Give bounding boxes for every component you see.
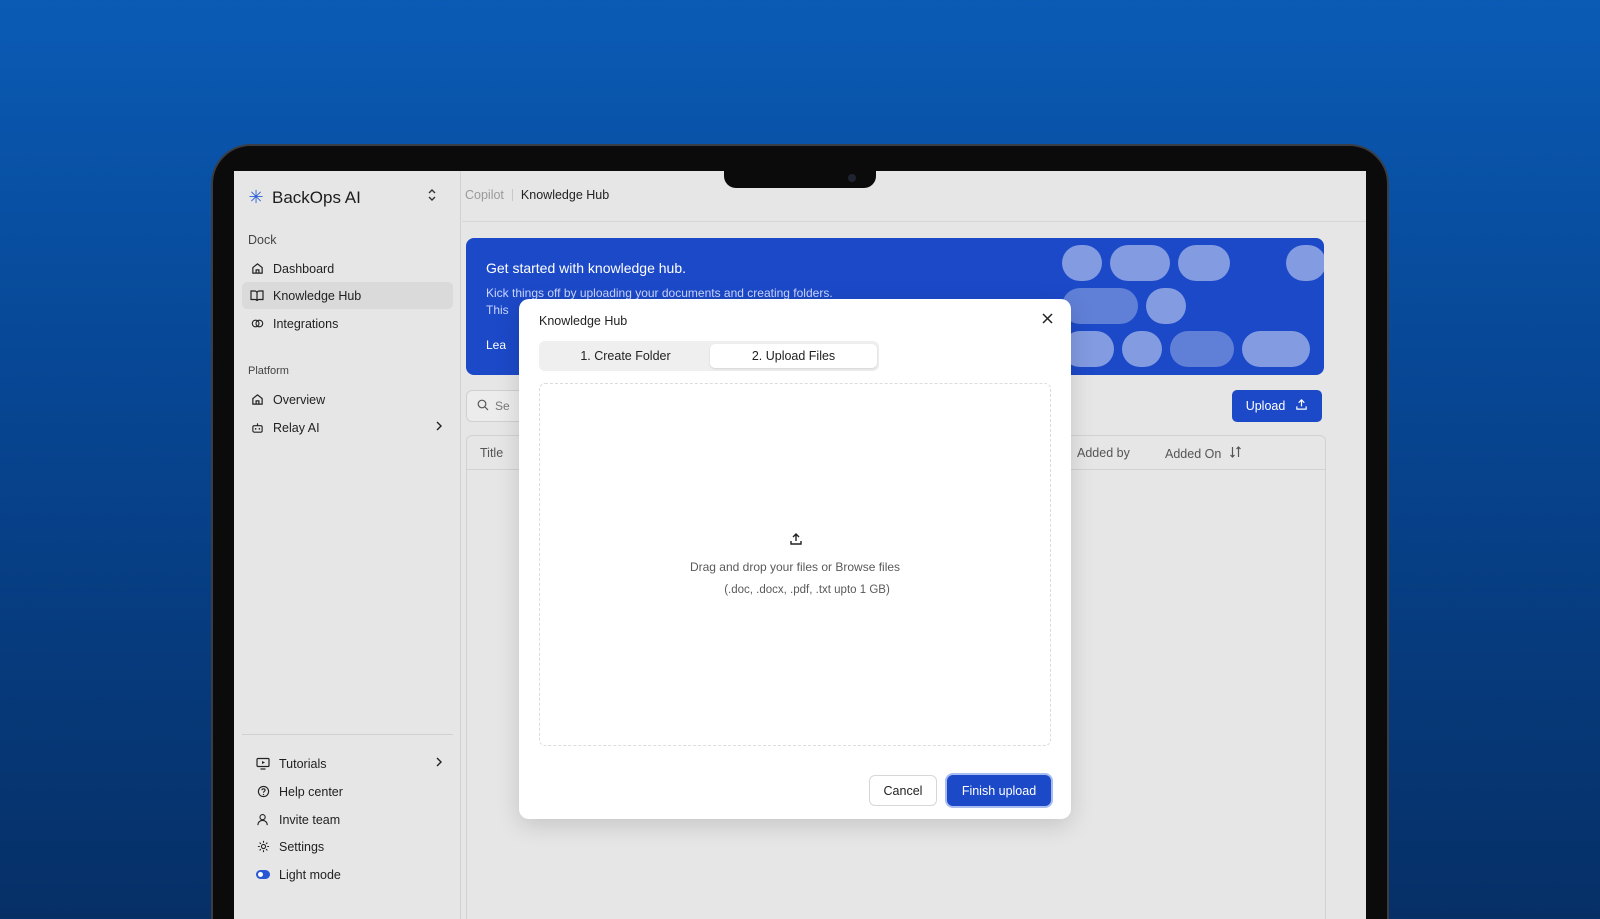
- sidebar-item-label: Tutorials: [279, 756, 327, 771]
- close-icon[interactable]: [1042, 313, 1053, 327]
- toggle-icon[interactable]: [256, 868, 270, 882]
- sidebar-item-tutorials[interactable]: Tutorials: [248, 750, 453, 777]
- header-divider: [462, 221, 1366, 222]
- sidebar-item-label: Invite team: [279, 812, 341, 827]
- decorative-pill: [1122, 331, 1162, 367]
- sidebar-item-dashboard[interactable]: Dashboard: [242, 255, 453, 282]
- column-added-on[interactable]: Added On: [1165, 446, 1242, 461]
- decorative-pill: [1170, 331, 1234, 367]
- upload-icon: [789, 532, 803, 551]
- breadcrumb: Copilot Knowledge Hub: [465, 188, 609, 202]
- modal-tabs: 1. Create Folder 2. Upload Files: [539, 341, 879, 371]
- search-placeholder: Se: [495, 399, 510, 413]
- sidebar-item-label: Integrations: [273, 316, 339, 331]
- sidebar-item-help-center[interactable]: Help center: [248, 778, 453, 805]
- sidebar-divider: [242, 734, 453, 735]
- brand[interactable]: ✳ BackOps AI: [248, 187, 361, 208]
- help-circle-icon: [256, 785, 270, 799]
- section-label-platform: Platform: [248, 365, 289, 377]
- sidebar-item-label: Knowledge Hub: [273, 288, 362, 303]
- gear-icon: [256, 840, 270, 854]
- sidebar-item-relay-ai[interactable]: Relay AI: [242, 414, 453, 441]
- column-added-by[interactable]: Added by: [1077, 446, 1130, 460]
- decorative-pill: [1062, 245, 1102, 281]
- camera-notch: [724, 170, 876, 188]
- file-dropzone[interactable]: Drag and drop your files or Browse files…: [539, 383, 1051, 746]
- app-screen: ✳ BackOps AI Dock Dashboard Knowledge Hu…: [234, 171, 1366, 919]
- decorative-pill: [1178, 245, 1230, 281]
- column-title[interactable]: Title: [480, 446, 503, 460]
- home-icon: [250, 262, 264, 276]
- tab-create-folder[interactable]: 1. Create Folder: [542, 344, 709, 368]
- camera-icon: [848, 174, 856, 182]
- sidebar-item-overview[interactable]: Overview: [242, 386, 453, 413]
- book-icon: [250, 289, 264, 303]
- upload-button[interactable]: Upload: [1232, 390, 1322, 422]
- column-added-on-label: Added On: [1165, 446, 1222, 461]
- decorative-pill: [1286, 245, 1324, 281]
- chevron-right-icon: [435, 420, 443, 435]
- sidebar-item-light-mode[interactable]: Light mode: [248, 861, 453, 888]
- dropzone-hint: (.doc, .docx, .pdf, .txt upto 1 GB): [724, 584, 890, 596]
- sidebar-item-settings[interactable]: Settings: [248, 833, 453, 860]
- finish-upload-button[interactable]: Finish upload: [947, 775, 1051, 806]
- sidebar-item-label: Dashboard: [273, 261, 335, 276]
- user-icon: [256, 813, 270, 827]
- sidebar-item-invite-team[interactable]: Invite team: [248, 806, 453, 833]
- decorative-pill: [1146, 288, 1186, 324]
- robot-icon: [250, 421, 264, 435]
- banner-learn-link[interactable]: Lea: [486, 338, 506, 352]
- sidebar-item-label: Overview: [273, 392, 326, 407]
- decorative-pill: [1062, 288, 1138, 324]
- sort-arrows-icon[interactable]: [1229, 446, 1242, 461]
- asterisk-logo-icon: ✳: [248, 187, 264, 207]
- cancel-button[interactable]: Cancel: [869, 775, 937, 806]
- sidebar-item-integrations[interactable]: Integrations: [242, 310, 453, 337]
- home-icon: [250, 393, 264, 407]
- brand-name: BackOps AI: [272, 187, 361, 207]
- upload-modal: Knowledge Hub 1. Create Folder 2. Upload…: [519, 299, 1071, 819]
- sidebar-item-label: Help center: [279, 784, 343, 799]
- sidebar-item-label: Relay AI: [273, 420, 320, 435]
- upload-icon: [1295, 398, 1308, 414]
- decorative-pill: [1242, 331, 1310, 367]
- link-icon: [250, 317, 264, 331]
- sidebar-item-label: Light mode: [279, 867, 341, 882]
- dropzone-text: Drag and drop your files or Browse files: [689, 560, 901, 574]
- decorative-pill: [1110, 245, 1170, 281]
- chevron-right-icon: [435, 756, 443, 771]
- breadcrumb-separator: [511, 189, 513, 201]
- breadcrumb-knowledge-hub: Knowledge Hub: [520, 188, 610, 202]
- sidebar: ✳ BackOps AI Dock Dashboard Knowledge Hu…: [234, 171, 461, 919]
- search-icon: [477, 399, 489, 414]
- section-label-dock: Dock: [248, 233, 277, 247]
- banner-title: Get started with knowledge hub.: [486, 260, 687, 276]
- monitor-play-icon: [256, 757, 270, 771]
- breadcrumb-copilot[interactable]: Copilot: [465, 188, 504, 202]
- sidebar-item-label: Settings: [279, 839, 325, 854]
- sidebar-item-knowledge-hub[interactable]: Knowledge Hub: [242, 282, 453, 309]
- chevron-up-down-icon[interactable]: [427, 188, 437, 203]
- modal-title: Knowledge Hub: [539, 314, 628, 328]
- tab-upload-files[interactable]: 2. Upload Files: [710, 344, 877, 368]
- upload-button-label: Upload: [1245, 399, 1286, 413]
